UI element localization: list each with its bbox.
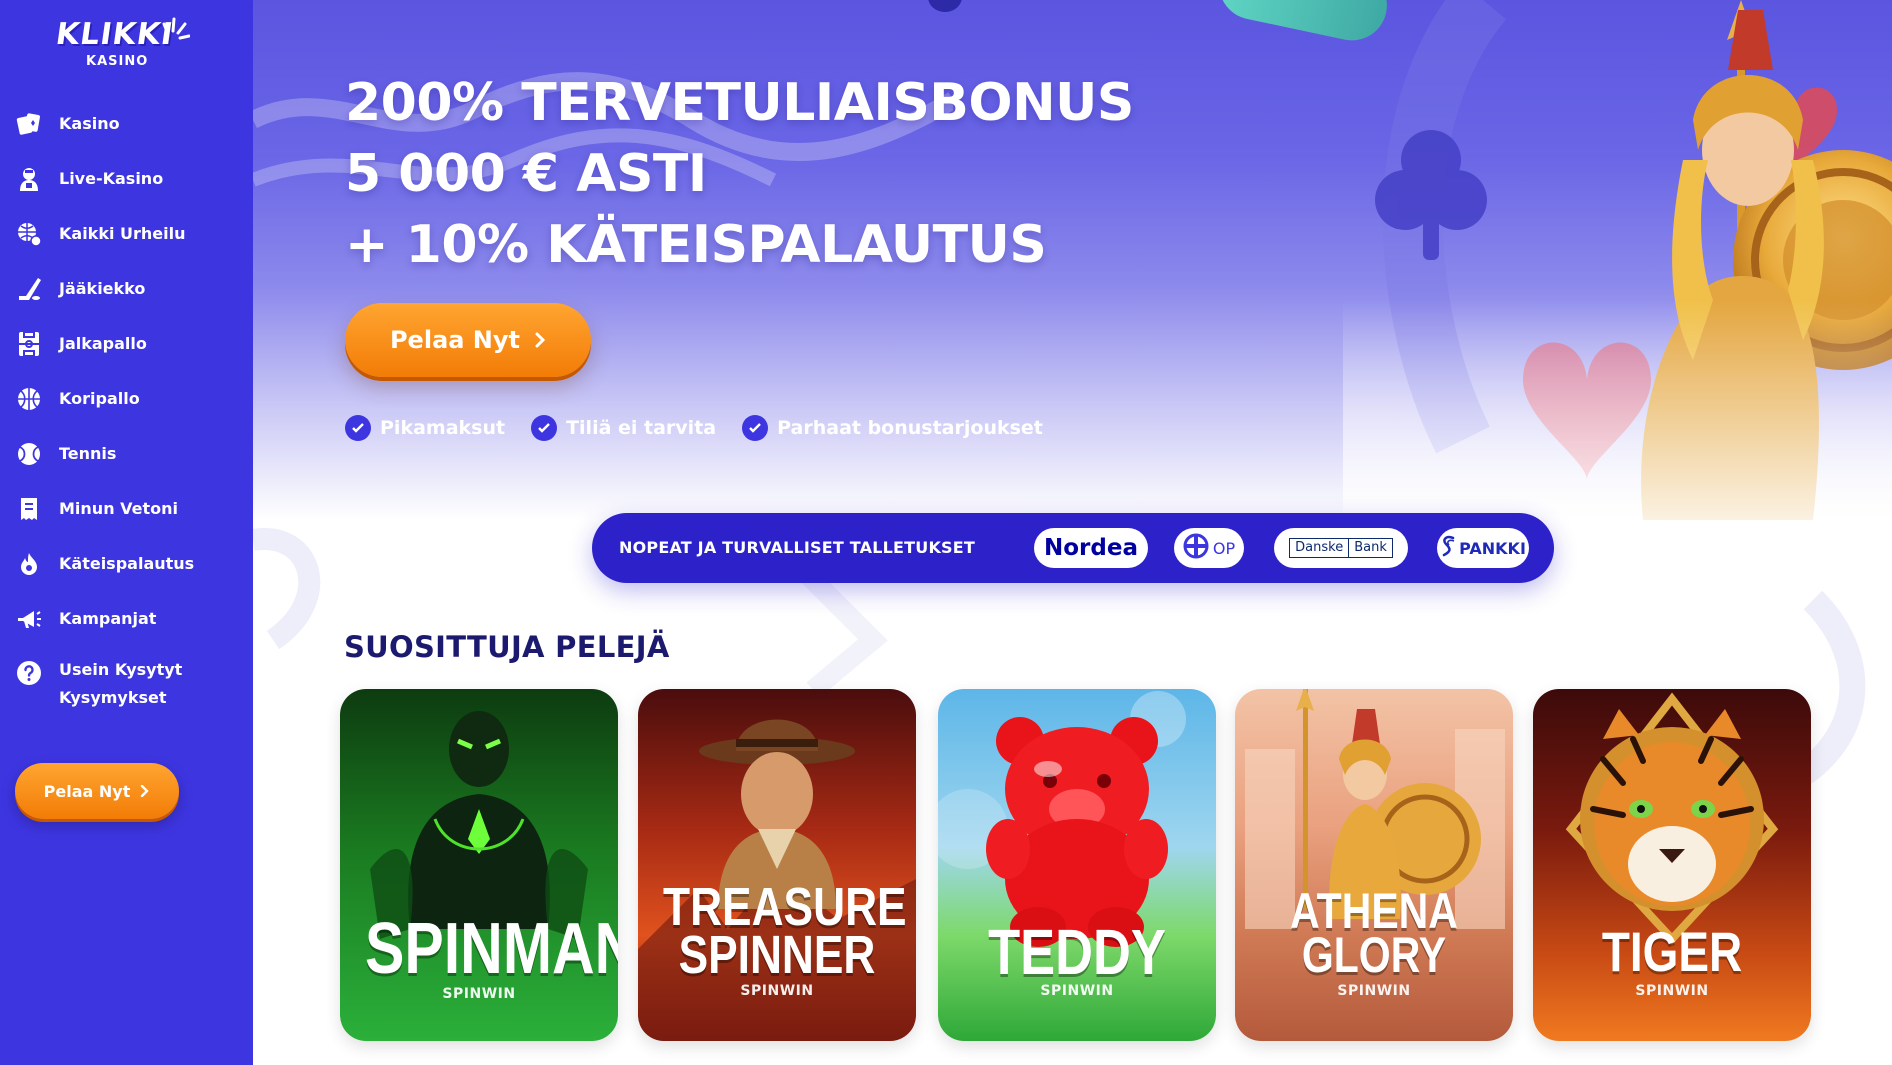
spankki-label: PANKKI bbox=[1459, 538, 1526, 558]
feature-label: Pikamaksut bbox=[380, 417, 506, 439]
logo-wordmark: KLIKKI bbox=[53, 17, 176, 52]
chevron-right-icon bbox=[140, 782, 150, 801]
sidebar-item-kasino[interactable]: Kasino bbox=[0, 102, 253, 146]
athena-hero-illustration bbox=[1343, 0, 1892, 520]
sidebar-item-label: Koripallo bbox=[59, 389, 140, 408]
sidebar-item-label: Kasino bbox=[59, 114, 120, 133]
danske-label: Danske bbox=[1295, 540, 1344, 555]
check-icon bbox=[531, 415, 558, 441]
klikki-kasino-logo[interactable]: KLIKKI KASINO bbox=[53, 14, 190, 72]
globe-ball-icon bbox=[14, 219, 44, 249]
op-mark-icon bbox=[1183, 533, 1209, 563]
megaphone-icon bbox=[14, 604, 44, 634]
s-pankki-mark-icon bbox=[1440, 535, 1456, 561]
hero-headline-line2: 5 000 € ASTI bbox=[345, 144, 707, 204]
game-title: SPINMAN bbox=[365, 909, 618, 989]
sidebar-item-minun-vetoni[interactable]: Minun Vetoni bbox=[0, 487, 253, 531]
sidebar-item-label: Käteispalautus bbox=[59, 554, 195, 573]
sidebar-item-label: Jääkiekko bbox=[59, 279, 146, 298]
check-icon bbox=[345, 415, 371, 441]
sidebar-item-jalkapallo[interactable]: Jalkapallo bbox=[0, 322, 253, 366]
feature-item: Tiliä ei tarvita bbox=[531, 415, 716, 441]
game-card-athena-glory[interactable]: ATHENA GLORY SPINWIN bbox=[1235, 689, 1513, 1041]
sidebar-item-label: Live-Kasino bbox=[59, 169, 164, 188]
feature-item: Pikamaksut bbox=[345, 415, 505, 441]
bank-nordea-logo[interactable]: Nordea bbox=[1034, 528, 1148, 568]
deposit-methods-title: NOPEAT JA TURVALLISET TALLETUKSET bbox=[619, 538, 976, 557]
sidebar-item-label-line2: Kysymykset bbox=[59, 688, 167, 707]
bank-op-logo[interactable]: OP bbox=[1174, 528, 1244, 568]
game-provider: SPINWIN bbox=[1635, 983, 1709, 999]
game-title-line2: SPINNER bbox=[678, 925, 876, 985]
game-card-spinman[interactable]: SPINMAN SPINWIN bbox=[340, 689, 618, 1041]
game-title-line2: GLORY bbox=[1301, 927, 1447, 983]
cashback-flame-icon bbox=[14, 549, 44, 579]
sidebar-item-kampanjat[interactable]: Kampanjat bbox=[0, 597, 253, 641]
game-provider: SPINWIN bbox=[1040, 983, 1114, 999]
logo-subtitle: KASINO bbox=[86, 54, 149, 69]
bank-danske-logo[interactable]: Danske Bank bbox=[1274, 528, 1408, 568]
game-title: TEDDY bbox=[988, 916, 1166, 988]
question-icon bbox=[14, 658, 44, 688]
sidebar-item-label: Minun Vetoni bbox=[59, 499, 179, 518]
sidebar-item-usein-kysytyt-kysymykset[interactable]: Usein Kysytyt Kysymykset bbox=[0, 652, 253, 712]
hero-play-now-button[interactable]: Pelaa Nyt bbox=[345, 303, 591, 377]
bank-label: Bank bbox=[1348, 539, 1392, 557]
hero-banner: 200% TERVETULIAISBONUS 5 000 € ASTI + 10… bbox=[253, 0, 1892, 520]
game-provider: SPINWIN bbox=[740, 983, 814, 999]
op-label: OP bbox=[1212, 538, 1236, 558]
game-title: TIGER bbox=[1601, 920, 1743, 983]
football-pitch-icon bbox=[14, 329, 44, 359]
sidebar-item-kaikki-urheilu[interactable]: Kaikki Urheilu bbox=[0, 212, 253, 256]
deposit-methods-bar: NOPEAT JA TURVALLISET TALLETUKSET Nordea… bbox=[592, 513, 1554, 583]
basketball-icon bbox=[14, 384, 44, 414]
sidebar-item-label: Kaikki Urheilu bbox=[59, 224, 186, 243]
danske-wordmark: Danske Bank bbox=[1289, 538, 1393, 558]
sidebar-play-now-label: Pelaa Nyt bbox=[43, 781, 131, 801]
hero-headline-line3: + 10% KÄTEISPALAUTUS bbox=[345, 215, 1047, 275]
sidebar-item-koripallo[interactable]: Koripallo bbox=[0, 377, 253, 421]
nordea-label: Nordea bbox=[1044, 535, 1138, 561]
check-icon bbox=[742, 415, 769, 441]
hockey-stick-icon bbox=[14, 274, 44, 304]
hero-headline-line1: 200% TERVETULIAISBONUS bbox=[345, 73, 1134, 133]
popular-games-title: SUOSITTUJA PELEJÄ bbox=[344, 630, 670, 664]
sidebar-item-kateispalautus[interactable]: Käteispalautus bbox=[0, 542, 253, 586]
sidebar-item-tennis[interactable]: Tennis bbox=[0, 432, 253, 476]
sidebar-item-label: Jalkapallo bbox=[59, 334, 147, 353]
game-card-teddy[interactable]: TEDDY SPINWIN bbox=[938, 689, 1216, 1041]
hero-headline: 200% TERVETULIAISBONUS 5 000 € ASTI + 10… bbox=[345, 68, 1134, 281]
hero-play-now-label: Pelaa Nyt bbox=[389, 326, 521, 354]
dealer-icon bbox=[14, 164, 44, 194]
betslip-icon bbox=[14, 494, 44, 524]
sidebar-play-now-button[interactable]: Pelaa Nyt bbox=[15, 763, 179, 819]
game-provider: SPINWIN bbox=[1337, 983, 1411, 999]
sidebar: KLIKKI KASINO Kasino Live-Kasino Kaikki … bbox=[0, 0, 253, 1065]
game-card-tiger[interactable]: TIGER SPINWIN bbox=[1533, 689, 1811, 1041]
game-provider: SPINWIN bbox=[442, 986, 516, 1002]
sidebar-item-label-line1: Usein Kysytyt bbox=[59, 660, 183, 679]
feature-label: Parhaat bonustarjoukset bbox=[777, 417, 1043, 439]
tennis-ball-icon bbox=[14, 439, 44, 469]
feature-item: Parhaat bonustarjoukset bbox=[742, 415, 1043, 441]
sidebar-item-jaakiekko[interactable]: Jääkiekko bbox=[0, 267, 253, 311]
sidebar-item-label: Tennis bbox=[59, 444, 117, 463]
sidebar-item-label: Kampanjat bbox=[59, 609, 157, 628]
bank-spankki-logo[interactable]: PANKKI bbox=[1437, 528, 1529, 568]
game-card-treasure-spinner[interactable]: TREASURE SPINNER SPINWIN bbox=[638, 689, 916, 1041]
chevron-right-icon bbox=[534, 326, 546, 354]
logo-rays-icon bbox=[162, 17, 190, 40]
hero-feature-list: Pikamaksut Tiliä ei tarvita Parhaat bonu… bbox=[345, 415, 1043, 441]
sidebar-item-live-kasino[interactable]: Live-Kasino bbox=[0, 157, 253, 201]
cards-icon bbox=[14, 109, 44, 139]
feature-label: Tiliä ei tarvita bbox=[566, 417, 717, 439]
hero-dot-decoration bbox=[928, 0, 962, 12]
